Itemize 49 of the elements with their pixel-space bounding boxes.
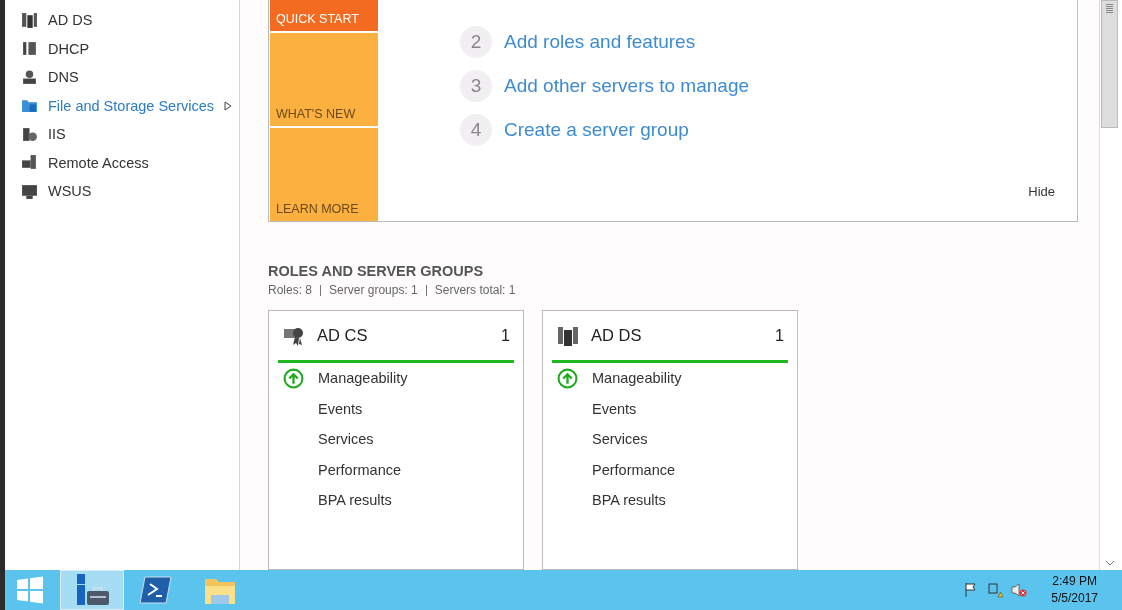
folder-icon (21, 97, 38, 115)
hide-link[interactable]: Hide (1028, 184, 1055, 199)
scrollbar-thumb[interactable] (1101, 0, 1118, 128)
status-link[interactable]: Manageability (592, 370, 682, 387)
status-link[interactable]: Performance (592, 461, 675, 478)
caret-icon (224, 100, 233, 111)
status-link[interactable]: BPA results (318, 492, 392, 509)
status-link[interactable]: Services (592, 431, 648, 448)
step-number: 2 (460, 26, 492, 58)
certificate-icon (283, 325, 305, 346)
sidebar-item[interactable]: AD DS (5, 6, 239, 35)
status-link[interactable]: Manageability (318, 370, 408, 387)
sidebar-item[interactable]: WSUS (5, 177, 239, 206)
scroll-down-icon[interactable] (1105, 560, 1115, 566)
server-count: 1 (775, 326, 785, 345)
quick-start-tab[interactable]: WHAT'S NEW (270, 33, 378, 126)
role-card[interactable]: AD CS 1 Manageability Events Services Performance BPA results (268, 310, 524, 570)
summary-text: Roles: 8 (268, 283, 313, 297)
server-toolbox-icon (74, 573, 110, 607)
clock-date: 5/5/2017 (1051, 590, 1098, 607)
network-warning-icon[interactable] (987, 582, 1004, 598)
quick-start-tab[interactable]: LEARN MORE (270, 128, 378, 221)
sidebar-item[interactable]: DNS (5, 63, 239, 92)
step-link[interactable]: Create a server group (504, 119, 689, 141)
sidebar-item[interactable]: DHCP (5, 34, 239, 63)
role-name: AD CS (317, 326, 369, 345)
sidebar-item[interactable]: IIS (5, 120, 239, 149)
step-link[interactable]: Add other servers to manage (504, 75, 750, 97)
sidebar-item[interactable]: Remote Access (5, 148, 239, 177)
speaker-muted-icon[interactable] (1011, 582, 1028, 598)
server-count: 1 (501, 326, 511, 345)
clock[interactable]: 2:49 PM 5/5/2017 (1051, 573, 1098, 607)
sidebar-item[interactable]: File and Storage Services (5, 91, 239, 120)
section-title: ROLES AND SERVER GROUPS (268, 263, 485, 279)
step-link[interactable]: Add roles and features (504, 31, 696, 53)
status-link[interactable]: BPA results (592, 492, 666, 509)
step-number: 4 (460, 114, 492, 146)
status-link[interactable]: Events (318, 400, 363, 417)
summary-text: Servers total: 1 (434, 283, 516, 297)
terminal-icon (138, 573, 174, 607)
step-number: 3 (460, 70, 492, 102)
role-card[interactable]: AD DS 1 Manageability Events Services Performance BPA results (542, 310, 798, 570)
status-link[interactable]: Performance (318, 461, 401, 478)
taskbar-app[interactable] (60, 570, 124, 610)
summary-text: Server groups: 1 (329, 283, 418, 297)
status-link[interactable]: Events (592, 400, 637, 417)
clock-time: 2:49 PM (1052, 573, 1097, 590)
role-name: AD DS (591, 326, 643, 345)
status-link[interactable]: Services (318, 431, 374, 448)
